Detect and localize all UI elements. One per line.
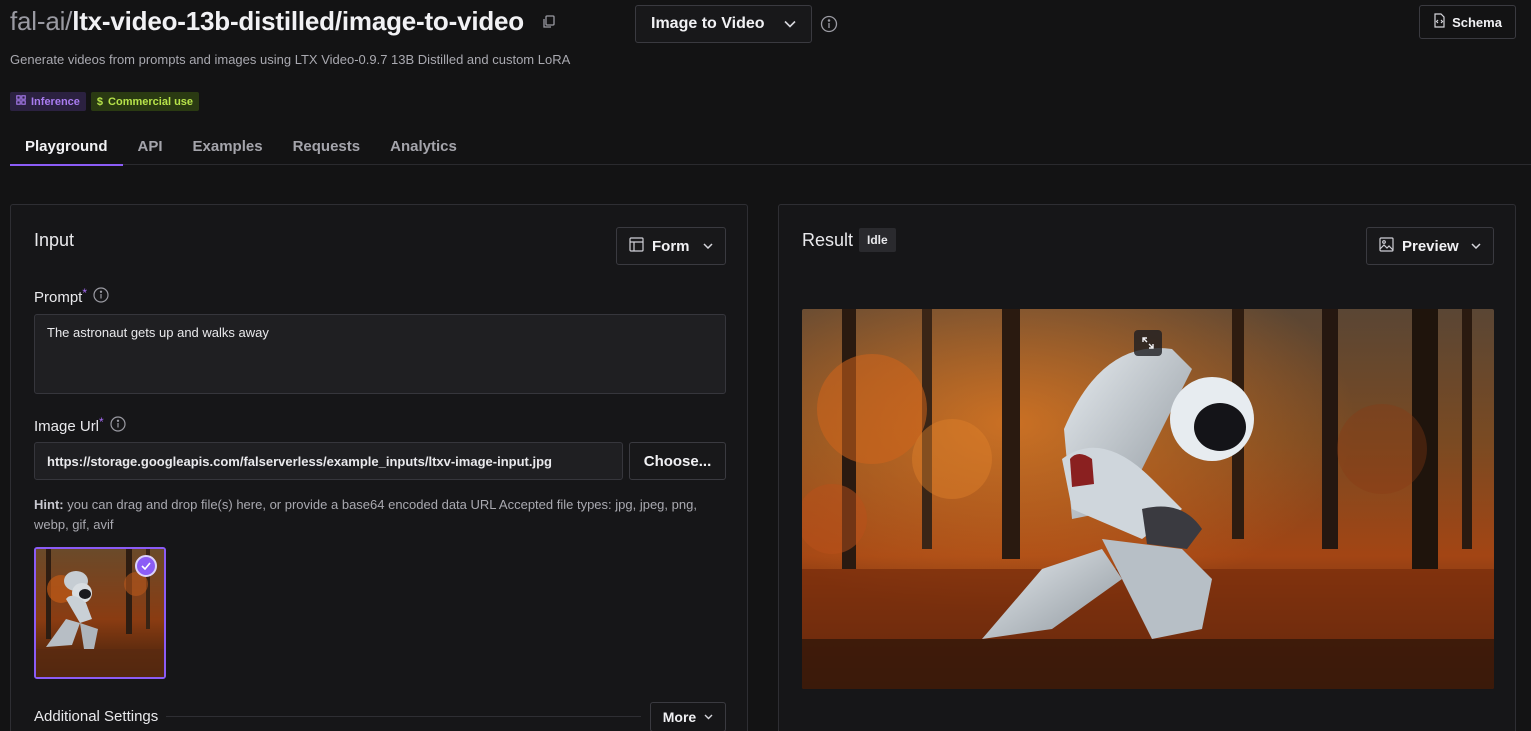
mode-select-label: Image to Video [651,15,765,32]
page-subtitle: Generate videos from prompts and images … [10,52,571,67]
layout-icon [629,236,644,256]
prompt-label-text: Prompt [34,288,83,306]
commercial-use-badge[interactable]: $ Commercial use [90,92,200,111]
upload-hint: Hint: you can drag and drop file(s) here… [34,495,724,535]
expand-icon[interactable] [1134,330,1162,356]
page: fal-ai/ltx-video-13b-distilled/image-to-… [0,0,1531,731]
result-panel-title: Result [802,230,854,250]
tab-playground[interactable]: Playground [10,128,123,166]
inference-badge[interactable]: Inference [10,92,86,111]
schema-button[interactable]: Schema [1419,5,1516,39]
schema-label: Schema [1452,14,1502,30]
code-file-icon [1433,13,1446,31]
checkmark-icon [135,555,157,577]
image-url-input[interactable]: https://storage.googleapis.com/falserver… [34,442,623,480]
status-badge: Idle [859,228,896,252]
copy-icon[interactable] [542,14,556,29]
preview-view-label: Preview [1402,237,1459,255]
title-row: fal-ai/ltx-video-13b-distilled/image-to-… [10,6,556,37]
more-settings-label: More [662,709,697,725]
page-title: fal-ai/ltx-video-13b-distilled/image-to-… [10,6,524,37]
tab-bar: Playground API Examples Requests Analyti… [10,128,1531,166]
result-panel: Result Idle Preview [778,204,1516,731]
tab-analytics[interactable]: Analytics [375,128,472,165]
dollar-icon: $ [96,95,104,108]
inference-badge-label: Inference [31,95,80,108]
form-view-label: Form [652,237,690,255]
image-url-label: Image Url * [34,415,126,436]
info-icon[interactable] [93,287,109,307]
commercial-badge-label: Commercial use [108,95,194,108]
preview-view-button[interactable]: Preview [1366,227,1494,265]
mode-select[interactable]: Image to Video [635,5,812,43]
image-url-label-text: Image Url [34,417,100,435]
chevron-down-icon [1471,243,1481,249]
chevron-down-icon [703,243,713,249]
input-panel-title: Input [34,230,75,250]
grid-icon [16,95,26,108]
hint-label: Hint: [34,497,64,512]
prompt-label: Prompt * [34,286,109,307]
input-panel: Input Form Prompt * The astronaut gets u… [10,204,748,731]
result-preview-image [802,309,1494,689]
additional-settings-label: Additional Settings [34,708,159,725]
hint-text: you can drag and drop file(s) here, or p… [34,497,697,532]
org-name[interactable]: fal-ai [10,6,65,36]
required-mark: * [99,415,104,429]
tab-examples[interactable]: Examples [178,128,278,165]
info-icon[interactable] [820,15,838,38]
chevron-down-icon [784,20,796,28]
prompt-input[interactable]: The astronaut gets up and walks away [34,314,726,394]
tab-requests[interactable]: Requests [278,128,376,165]
image-icon [1379,236,1394,256]
model-name: ltx-video-13b-distilled/image-to-video [72,6,524,36]
tab-api[interactable]: API [123,128,178,165]
chevron-down-icon [704,714,713,720]
astronaut-preview-image [802,309,1494,689]
form-view-button[interactable]: Form [616,227,726,265]
choose-file-button[interactable]: Choose... [629,442,726,480]
info-icon[interactable] [110,416,126,436]
more-settings-button[interactable]: More [650,702,726,731]
divider [166,716,641,717]
badges: Inference $ Commercial use [10,92,200,111]
required-mark: * [82,286,88,300]
